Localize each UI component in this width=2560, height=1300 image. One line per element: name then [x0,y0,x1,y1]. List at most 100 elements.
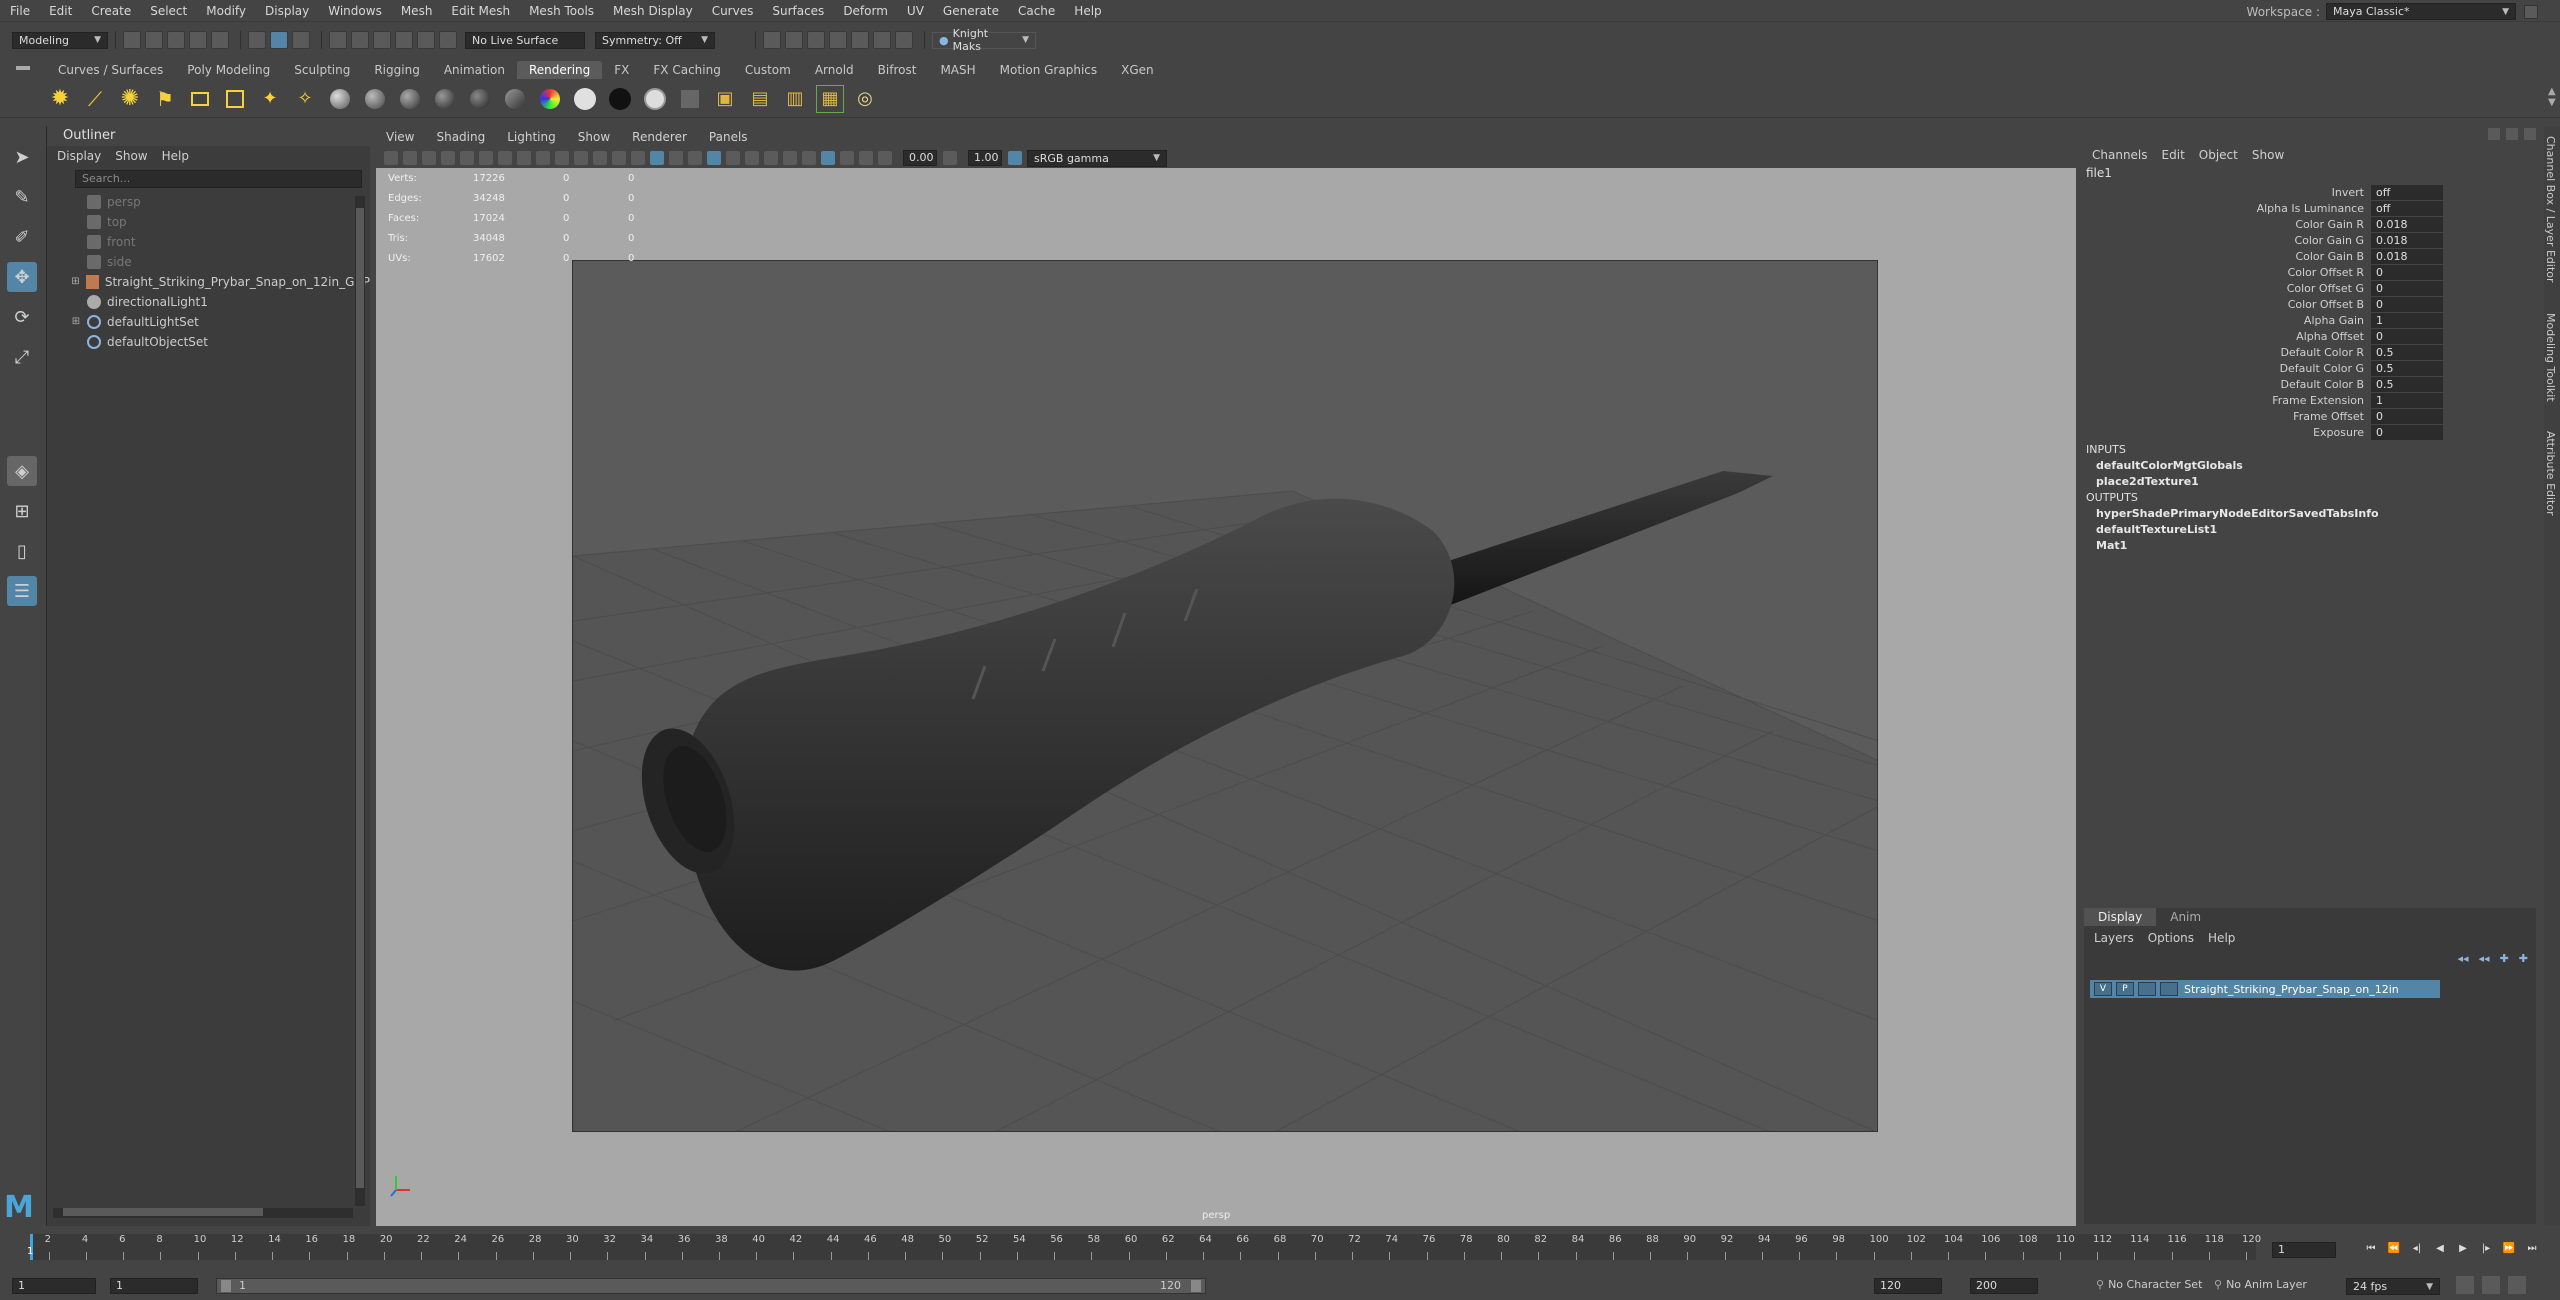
menu-help[interactable]: Help [1074,4,1101,18]
show-channel-box-icon[interactable] [2488,128,2500,140]
channel-name[interactable]: Default Color R [2082,346,2371,359]
image-plane-icon[interactable] [441,151,455,165]
channel-value-field[interactable]: off [2371,200,2443,216]
channel-row[interactable]: Default Color R 0.5 [2082,344,2542,360]
directional-light-icon[interactable]: ⟋ [81,85,109,113]
time-slider[interactable]: 1 2 4 6 8 10 12 14 16 18 20 22 24 26 28 30 32 34 36 38 40 42… [0,1232,2560,1266]
snap-point-icon[interactable] [373,31,391,49]
new-scene-icon[interactable] [123,31,141,49]
channel-value-field[interactable]: 0.5 [2371,344,2443,360]
layer-tab-anim[interactable]: Anim [2156,908,2215,926]
viewport-menu-view[interactable]: View [386,130,414,144]
outliner-item[interactable]: side [47,252,370,272]
render-view-icon[interactable]: ▣ [711,85,739,113]
lasso-tool-icon[interactable]: ✎ [7,182,37,212]
play-forwards-icon[interactable]: ▶ [2456,1242,2470,1256]
point-light-icon[interactable]: ✺ [116,85,144,113]
channel-name[interactable]: Default Color G [2082,362,2371,375]
auto-key-icon[interactable] [2482,1276,2500,1294]
outliner-item[interactable]: top [47,212,370,232]
use-all-lights-icon[interactable] [707,151,721,165]
menu-file[interactable]: File [10,4,30,18]
channel-value-field[interactable]: 0 [2371,296,2443,312]
motion-blur-icon[interactable] [764,151,778,165]
expand-icon[interactable]: ⊞ [69,315,83,329]
playback-end-field[interactable]: 120 [1874,1278,1942,1294]
2d-pan-zoom-icon[interactable] [460,151,474,165]
channel-name[interactable]: Color Offset B [2082,298,2371,311]
channel-row[interactable]: Exposure 0 [2082,424,2542,440]
channel-menu-object[interactable]: Object [2199,148,2238,162]
go-to-start-icon[interactable]: ⏮ [2364,1242,2378,1256]
outliner-menu-show[interactable]: Show [115,149,147,163]
channel-value-field[interactable]: 0.5 [2371,360,2443,376]
channel-value-field[interactable]: 0 [2371,328,2443,344]
menu-windows[interactable]: Windows [328,4,382,18]
view-transform-dropdown[interactable]: sRGB gamma ▼ [1027,149,1167,167]
layer-menu-options[interactable]: Options [2148,931,2194,945]
viewport-canvas[interactable]: Verts: 17226 0 0 Edges: 34248 0 0 Faces: 17024 0 0 T… [376,168,2076,1226]
step-back-frame-icon[interactable]: ◂| [2410,1242,2424,1256]
snap-view-plane-icon[interactable] [395,31,413,49]
arnold-render-icon[interactable] [873,31,891,49]
phong-shader-icon[interactable] [431,85,459,113]
range-slider-end-handle[interactable] [1191,1280,1201,1292]
persp-outliner-layout-icon[interactable]: ▯ [7,536,37,566]
shelf-tab-rendering[interactable]: Rendering [517,61,603,79]
channel-row[interactable]: Invert off [2082,184,2542,200]
step-back-key-icon[interactable]: ⏪ [2387,1242,2401,1256]
user-account-dropdown[interactable]: ● Knight Maks ▼ [932,27,1036,53]
channel-row[interactable]: Alpha Offset 0 [2082,328,2542,344]
hscrollbar-thumb[interactable] [63,1208,263,1216]
ipr-render-icon[interactable] [807,31,825,49]
scrollbar-thumb[interactable] [356,208,364,1188]
save-scene-icon[interactable] [167,31,185,49]
snap-live-icon[interactable] [439,31,457,49]
phong-e-shader-icon[interactable] [466,85,494,113]
channel-value-field[interactable]: 0.018 [2371,232,2443,248]
channel-value-field[interactable]: 1 [2371,392,2443,408]
live-surface-field[interactable]: No Live Surface [465,31,585,49]
range-slider[interactable]: 1 120 [216,1278,1206,1294]
rotate-tool-icon[interactable]: ⟳ [7,302,37,332]
side-tab-modeling-toolkit[interactable]: Modeling Toolkit [2544,313,2557,402]
shelf-tab-arnold[interactable]: Arnold [803,61,866,79]
batch-render-icon[interactable]: ▥ [781,85,809,113]
menu-set-dropdown[interactable]: Modeling ▼ [12,31,108,49]
step-forward-frame-icon[interactable]: |▸ [2479,1242,2493,1256]
side-tab-channel-box-layer-editor[interactable]: Channel Box / Layer Editor [2544,136,2557,283]
viewport-menu-show[interactable]: Show [578,130,610,144]
menu-mesh-display[interactable]: Mesh Display [613,4,693,18]
channel-name[interactable]: Default Color B [2082,378,2371,391]
channel-name[interactable]: Color Gain G [2082,234,2371,247]
select-tool-icon[interactable]: ➤ [7,142,37,172]
channel-name[interactable]: Frame Offset [2082,410,2371,423]
layer-display-type-toggle[interactable] [2138,982,2156,996]
channel-value-field[interactable]: 0.018 [2371,248,2443,264]
shelf-tab-bifrost[interactable]: Bifrost [866,61,929,79]
xray-icon[interactable] [821,151,835,165]
channel-row[interactable]: Frame Offset 0 [2082,408,2542,424]
channel-row[interactable]: Default Color G 0.5 [2082,360,2542,376]
snap-grid-icon[interactable] [329,31,347,49]
field-chart-icon[interactable] [574,151,588,165]
shadow-matte-icon[interactable] [641,85,669,113]
antialiasing-icon[interactable] [783,151,797,165]
area-light-icon[interactable] [186,85,214,113]
outliner-item[interactable]: directionalLight1 [47,292,370,312]
wireframe-icon[interactable] [631,151,645,165]
shelf-tab-animation[interactable]: Animation [432,61,517,79]
redo-icon[interactable] [211,31,229,49]
render-settings-icon[interactable] [829,31,847,49]
ramp-shader-icon[interactable] [536,85,564,113]
show-both-icon[interactable] [2524,128,2536,140]
gamma-field[interactable]: 1.00 [968,150,1002,166]
shelf-tab-mash[interactable]: MASH [928,61,987,79]
output-node[interactable]: defaultTextureList1 [2082,522,2542,538]
output-node[interactable]: hyperShadePrimaryNodeEditorSavedTabsInfo [2082,506,2542,522]
menu-cache[interactable]: Cache [1018,4,1055,18]
menu-create[interactable]: Create [91,4,131,18]
shelf-tab-fx-caching[interactable]: FX Caching [641,61,732,79]
menu-uv[interactable]: UV [907,4,924,18]
gamma-icon[interactable] [943,151,957,165]
